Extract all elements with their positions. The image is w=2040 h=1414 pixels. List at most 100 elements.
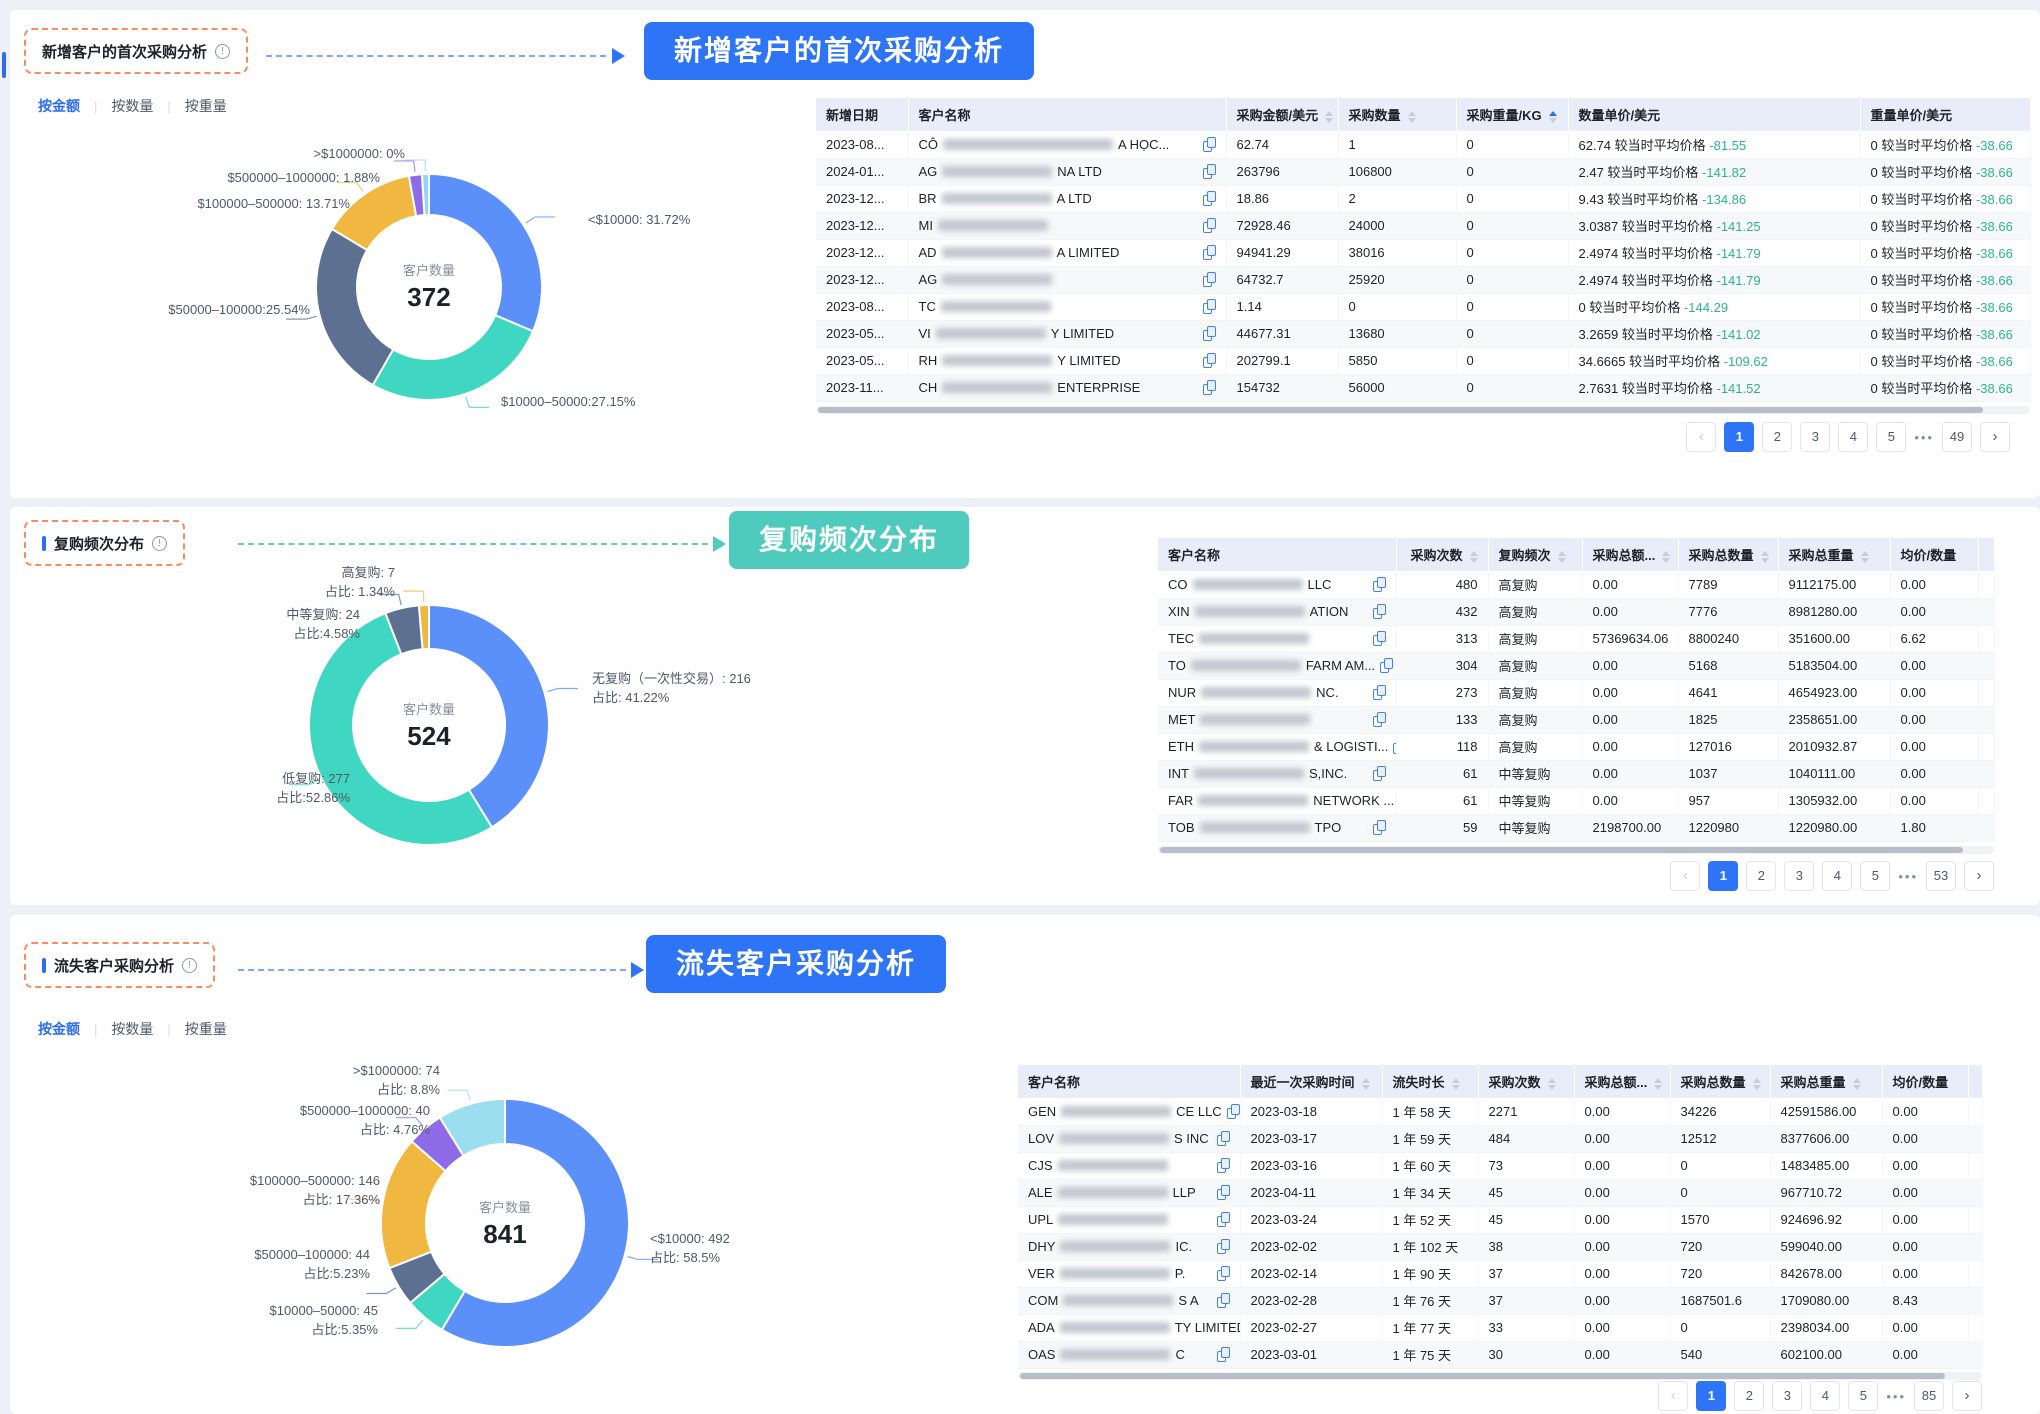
- column-header[interactable]: 采购总数量: [1670, 1065, 1770, 1098]
- page-button[interactable]: 4: [1822, 861, 1852, 891]
- sort-icon[interactable]: [1452, 1078, 1460, 1090]
- page-button[interactable]: 2: [1734, 1381, 1764, 1411]
- copy-icon[interactable]: [1203, 137, 1216, 152]
- sort-icon[interactable]: [1325, 111, 1333, 123]
- next-page-button[interactable]: ›: [1952, 1381, 1982, 1411]
- copy-icon[interactable]: [1203, 191, 1216, 206]
- copy-icon[interactable]: [1227, 1104, 1240, 1119]
- next-page-button[interactable]: ›: [1964, 861, 1994, 891]
- tab-by-weight[interactable]: 按重量: [185, 1019, 227, 1039]
- tab-by-quantity[interactable]: 按数量: [111, 96, 153, 116]
- tab-by-amount[interactable]: 按金额: [38, 1019, 80, 1039]
- column-header[interactable]: 采购次数: [1396, 538, 1488, 571]
- column-header[interactable]: 采购次数: [1478, 1065, 1574, 1098]
- last-page-button[interactable]: 85: [1914, 1381, 1944, 1411]
- column-header[interactable]: 最近一次采购时间: [1240, 1065, 1382, 1098]
- copy-icon[interactable]: [1203, 272, 1216, 287]
- tab-by-weight[interactable]: 按重量: [185, 96, 227, 116]
- copy-icon[interactable]: [1217, 1212, 1230, 1227]
- page-button[interactable]: 5: [1876, 422, 1906, 452]
- sort-icon[interactable]: [1853, 1078, 1861, 1090]
- page-button[interactable]: 4: [1810, 1381, 1840, 1411]
- info-icon[interactable]: [182, 958, 197, 973]
- sort-icon[interactable]: [1761, 551, 1769, 563]
- copy-icon[interactable]: [1217, 1293, 1230, 1308]
- page-ellipsis[interactable]: •••: [1886, 1389, 1906, 1404]
- copy-icon[interactable]: [1373, 604, 1386, 619]
- copy-icon[interactable]: [1217, 1185, 1230, 1200]
- page-button[interactable]: 3: [1800, 422, 1830, 452]
- copy-icon[interactable]: [1203, 245, 1216, 260]
- next-page-button[interactable]: ›: [1980, 422, 2010, 452]
- last-page-button[interactable]: 49: [1942, 422, 1972, 452]
- page-ellipsis[interactable]: •••: [1898, 869, 1918, 884]
- tab-by-amount[interactable]: 按金额: [38, 96, 80, 116]
- table-cell: 中等复购: [1488, 814, 1582, 841]
- column-header[interactable]: 采购数量: [1338, 98, 1456, 131]
- scrollbar-thumb[interactable]: [1160, 847, 1963, 853]
- page-button[interactable]: 1: [1696, 1381, 1726, 1411]
- copy-icon[interactable]: [1217, 1347, 1230, 1362]
- horizontal-scrollbar[interactable]: [816, 406, 2030, 414]
- copy-icon[interactable]: [1203, 218, 1216, 233]
- previous-page-button[interactable]: ‹: [1686, 422, 1716, 452]
- copy-icon[interactable]: [1373, 820, 1386, 835]
- horizontal-scrollbar[interactable]: [1158, 846, 1994, 854]
- sort-icon[interactable]: [1470, 551, 1478, 563]
- info-icon[interactable]: [152, 536, 167, 551]
- copy-icon[interactable]: [1203, 164, 1216, 179]
- page-button[interactable]: 3: [1772, 1381, 1802, 1411]
- column-header[interactable]: 采购总重量: [1770, 1065, 1882, 1098]
- copy-icon[interactable]: [1380, 658, 1393, 673]
- copy-icon[interactable]: [1203, 326, 1216, 341]
- scrollbar-thumb[interactable]: [1020, 1373, 1945, 1379]
- copy-icon[interactable]: [1217, 1266, 1230, 1281]
- sort-icon[interactable]: [1861, 551, 1869, 563]
- page-button[interactable]: 2: [1746, 861, 1776, 891]
- copy-icon[interactable]: [1203, 299, 1216, 314]
- page-button[interactable]: 3: [1784, 861, 1814, 891]
- copy-icon[interactable]: [1373, 712, 1386, 727]
- sort-icon[interactable]: [1548, 1078, 1556, 1090]
- horizontal-scrollbar[interactable]: [1018, 1372, 1982, 1380]
- tab-by-quantity[interactable]: 按数量: [111, 1019, 153, 1039]
- sort-icon[interactable]: [1362, 1078, 1370, 1090]
- copy-icon[interactable]: [1373, 685, 1386, 700]
- scrollbar-thumb[interactable]: [818, 407, 1983, 413]
- sort-icon[interactable]: [1753, 1078, 1761, 1090]
- previous-page-button[interactable]: ‹: [1670, 861, 1700, 891]
- sort-icon[interactable]: [1662, 551, 1670, 563]
- column-header[interactable]: 采购金额/美元: [1226, 98, 1338, 131]
- donut-slice[interactable]: [373, 315, 533, 400]
- page-button[interactable]: 5: [1860, 861, 1890, 891]
- page-button[interactable]: 1: [1724, 422, 1754, 452]
- copy-icon[interactable]: [1203, 353, 1216, 368]
- column-header[interactable]: 流失时长: [1382, 1065, 1478, 1098]
- sort-icon[interactable]: [1408, 111, 1416, 123]
- sort-icon[interactable]: [1558, 551, 1566, 563]
- last-page-button[interactable]: 53: [1926, 861, 1956, 891]
- page-button[interactable]: 4: [1838, 422, 1868, 452]
- column-header[interactable]: 采购总额...: [1582, 538, 1678, 571]
- copy-icon[interactable]: [1373, 631, 1386, 646]
- column-header[interactable]: 复购频次: [1488, 538, 1582, 571]
- info-icon[interactable]: [215, 44, 230, 59]
- page-button[interactable]: 2: [1762, 422, 1792, 452]
- sort-icon[interactable]: [1549, 111, 1557, 123]
- copy-icon[interactable]: [1373, 577, 1386, 592]
- copy-icon[interactable]: [1203, 380, 1216, 395]
- sort-icon[interactable]: [1654, 1078, 1662, 1090]
- copy-icon[interactable]: [1217, 1158, 1230, 1173]
- column-header[interactable]: 采购总额...: [1574, 1065, 1670, 1098]
- column-header[interactable]: 采购总数量: [1678, 538, 1778, 571]
- column-header[interactable]: 采购总重量: [1778, 538, 1890, 571]
- copy-icon[interactable]: [1373, 766, 1386, 781]
- copy-icon[interactable]: [1217, 1131, 1230, 1146]
- page-button[interactable]: 5: [1848, 1381, 1878, 1411]
- column-header[interactable]: 采购重量/KG: [1456, 98, 1568, 131]
- page-button[interactable]: 1: [1708, 861, 1738, 891]
- page-ellipsis[interactable]: •••: [1914, 430, 1934, 445]
- copy-icon[interactable]: [1217, 1239, 1230, 1254]
- previous-page-button[interactable]: ‹: [1658, 1381, 1688, 1411]
- donut-center: 客户数量 524: [359, 699, 499, 752]
